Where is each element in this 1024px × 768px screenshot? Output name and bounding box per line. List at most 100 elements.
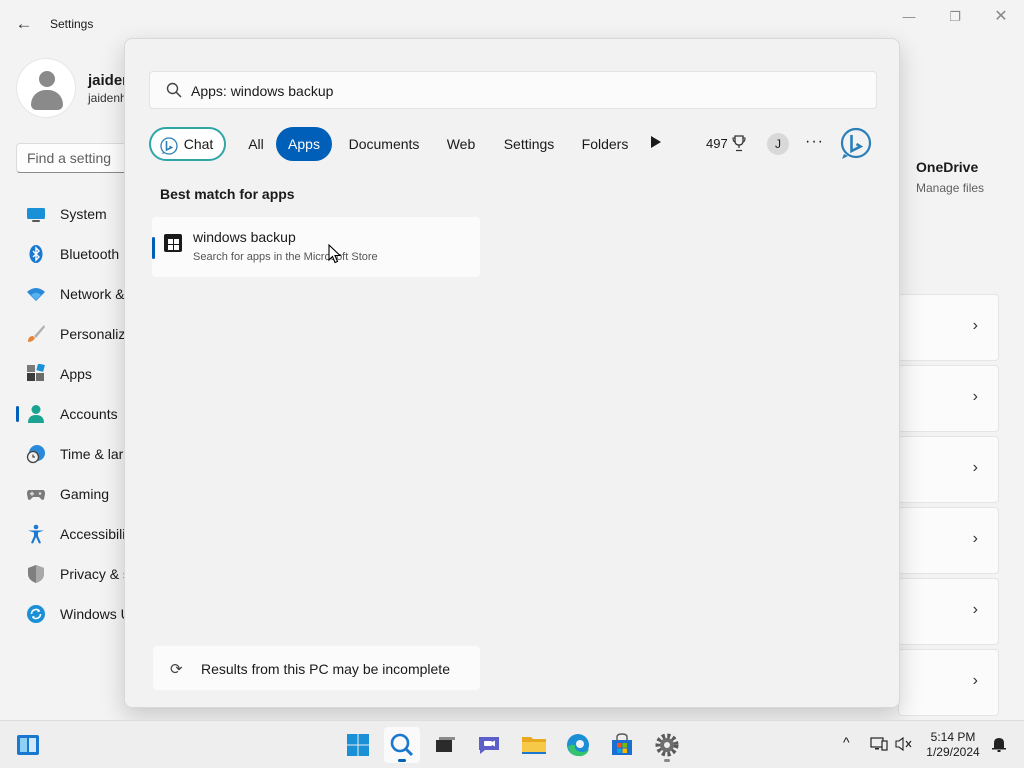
clock-globe-icon: [26, 444, 46, 464]
settings-nav: System Bluetooth Network & Personaliza A…: [16, 194, 136, 634]
nav-item-time-language[interactable]: Time & lar: [16, 434, 136, 474]
settings-app-button[interactable]: [649, 727, 685, 763]
maximize-button[interactable]: ❐: [933, 6, 977, 28]
search-filter-bar: Chat All Apps Documents Web Settings Fol…: [149, 127, 879, 161]
nav-item-personalization[interactable]: Personaliza: [16, 314, 136, 354]
back-button[interactable]: ←: [12, 12, 36, 36]
bing-chat-icon: [160, 135, 178, 155]
nav-item-windows-update[interactable]: Windows U: [16, 594, 136, 634]
nav-item-label: Personaliza: [60, 326, 134, 342]
filter-chat[interactable]: Chat: [149, 127, 226, 161]
avatar-head-shape: [39, 71, 55, 87]
nav-item-label: Time & lar: [60, 446, 124, 462]
profile-avatar[interactable]: [16, 58, 76, 118]
nav-item-accounts[interactable]: Accounts: [16, 394, 136, 434]
settings-row[interactable]: ›: [898, 294, 999, 361]
result-title: windows backup: [193, 229, 296, 245]
chevron-right-icon: ›: [972, 530, 978, 547]
nav-item-gaming[interactable]: Gaming: [16, 474, 136, 514]
active-app-indicator: [398, 759, 406, 762]
taskbar-clock[interactable]: 5:14 PM 1/29/2024: [920, 730, 986, 760]
sync-icon: ⟳: [170, 661, 183, 678]
active-indicator: [16, 406, 19, 422]
search-taskbar-button[interactable]: [384, 727, 420, 763]
nav-item-label: System: [60, 206, 107, 222]
nav-item-bluetooth[interactable]: Bluetooth: [16, 234, 136, 274]
more-filters-play-icon[interactable]: [651, 136, 661, 148]
nav-item-label: Network &: [60, 286, 125, 302]
settings-row[interactable]: ›: [898, 365, 999, 432]
notice-text: Results from this PC may be incomplete: [201, 661, 450, 677]
nav-item-label: Gaming: [60, 486, 110, 502]
monitor-icon: [26, 204, 46, 224]
chevron-right-icon: ›: [972, 672, 978, 689]
clock-date: 1/29/2024: [926, 745, 980, 759]
chevron-right-icon: ›: [972, 601, 978, 618]
widgets-button[interactable]: [10, 727, 46, 763]
filter-apps[interactable]: Apps: [276, 127, 332, 161]
running-app-indicator: [664, 759, 670, 762]
settings-row[interactable]: ›: [898, 578, 999, 645]
selection-indicator: [152, 237, 155, 259]
notifications-icon[interactable]: [990, 736, 1008, 752]
nav-item-network[interactable]: Network &: [16, 274, 136, 314]
nav-item-system[interactable]: System: [16, 194, 136, 234]
file-explorer-button[interactable]: [516, 727, 552, 763]
filter-settings[interactable]: Settings: [491, 127, 567, 161]
settings-row[interactable]: ›: [898, 649, 999, 716]
nav-item-privacy[interactable]: Privacy & s: [16, 554, 136, 594]
show-hidden-icons-button[interactable]: ^: [843, 734, 850, 750]
shield-icon: [26, 564, 46, 584]
profile-email: jaidenh: [88, 91, 127, 105]
accessibility-icon: [26, 524, 46, 544]
start-button[interactable]: [340, 727, 376, 763]
clock-time: 5:14 PM: [930, 730, 976, 744]
nav-item-label: Windows U: [60, 606, 131, 622]
brush-icon: [26, 324, 46, 344]
minimize-button[interactable]: —: [887, 6, 931, 28]
gamepad-icon: [26, 484, 46, 504]
task-view-button[interactable]: [427, 727, 463, 763]
more-options-icon[interactable]: ···: [805, 133, 824, 151]
nav-item-label: Accessibilit: [60, 526, 130, 542]
network-icon[interactable]: [870, 736, 888, 752]
close-button[interactable]: ✕: [979, 6, 1023, 28]
nav-item-label: Privacy & s: [60, 566, 131, 582]
microsoft-store-button[interactable]: [604, 727, 640, 763]
taskbar: ^ 5:14 PM 1/29/2024: [0, 720, 1024, 768]
search-query: Apps: windows backup: [191, 83, 334, 99]
bing-icon[interactable]: [839, 127, 873, 161]
nav-item-accessibility[interactable]: Accessibilit: [16, 514, 136, 554]
search-input[interactable]: Apps: windows backup: [149, 71, 877, 109]
nav-item-label: Accounts: [60, 406, 118, 422]
chevron-right-icon: ›: [972, 459, 978, 476]
teams-chat-button[interactable]: [471, 727, 507, 763]
user-avatar[interactable]: J: [767, 133, 789, 155]
update-icon: [26, 604, 46, 624]
trophy-icon[interactable]: [732, 135, 746, 152]
filter-web[interactable]: Web: [437, 127, 485, 161]
rewards-points[interactable]: 497: [706, 136, 728, 151]
nav-item-label: Apps: [60, 366, 92, 382]
nav-item-apps[interactable]: Apps: [16, 354, 136, 394]
wifi-icon: [26, 284, 46, 304]
person-icon: [26, 404, 46, 424]
section-title: Best match for apps: [160, 186, 295, 202]
filter-all[interactable]: All: [233, 127, 279, 161]
window-title: Settings: [50, 17, 94, 31]
settings-row[interactable]: ›: [898, 436, 999, 503]
apps-icon: [26, 363, 46, 384]
filter-chat-label: Chat: [183, 136, 214, 152]
settings-row[interactable]: ›: [898, 507, 999, 574]
search-icon: [166, 82, 182, 98]
filter-documents[interactable]: Documents: [338, 127, 430, 161]
volume-muted-icon[interactable]: [895, 736, 913, 752]
search-result-item[interactable]: windows backup Search for apps in the Mi…: [152, 217, 480, 277]
edge-browser-button[interactable]: [560, 727, 596, 763]
microsoft-store-icon: [164, 234, 182, 252]
nav-item-label: Bluetooth: [60, 246, 120, 262]
filter-folders[interactable]: Folders: [573, 127, 637, 161]
result-subtitle: Search for apps in the Microsoft Store: [193, 251, 378, 263]
results-incomplete-notice: ⟳ Results from this PC may be incomplete: [153, 646, 480, 690]
avatar-body-shape: [31, 90, 63, 110]
